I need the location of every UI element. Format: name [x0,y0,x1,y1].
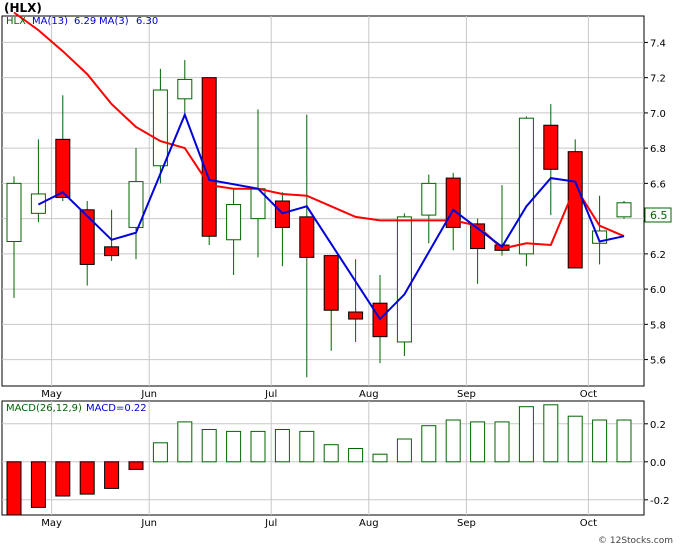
price-y-tick-label: 7.0 [650,109,666,120]
macd-bar-positive [177,421,193,463]
legend-ma13-value: 6.29 [74,16,96,27]
candle-down [55,138,71,198]
price-x-tick-label: Jul [264,389,277,400]
candle-down [543,124,559,170]
macd-bar-positive [543,404,559,463]
candle-down [299,216,315,258]
stock-chart: (HLX) May Jun Jul Aug Sep Oct 7.4 7.2 7.0 6.8 6.6… [1,1,673,546]
macd-bar-positive [518,406,534,463]
macd-bar-positive [616,419,632,463]
price-y-tick-label: 6.2 [650,250,666,261]
price-x-tick-label: Sep [457,389,476,400]
candle-down [104,246,120,257]
macd-bar-negative [79,461,95,495]
legend-ma3-value: 6.30 [136,16,158,27]
candle-down [348,311,364,320]
legend-ma3-label: MA(3) [99,16,129,27]
macd-legend-value: MACD=0.22 [86,403,147,414]
price-y-tick-label: 5.8 [650,320,666,331]
macd-bar-positive [274,429,290,463]
price-y-axis: 7.47.27.06.86.66.46.26.05.85.6 [644,38,666,367]
macd-bar-positive [250,430,266,463]
macd-x-tick-label: Jul [264,518,277,529]
macd-bar-positive [592,419,608,463]
macd-x-tick-label: Sep [457,518,476,529]
macd-bar-positive [348,448,364,463]
price-y-tick-label: 6.8 [650,144,666,155]
macd-y-tick-label: -0.2 [650,496,670,507]
candle-up [6,182,22,243]
candle-up [616,202,632,218]
macd-bar-positive [445,419,461,463]
macd-bar-positive [299,430,315,463]
macd-bar-positive [421,425,437,463]
candle-up [226,204,242,241]
macd-x-tick-label: Aug [359,518,379,529]
macd-bar-positive [567,415,583,463]
macd-bar-negative [30,461,46,508]
price-y-tick-label: 7.2 [650,74,666,85]
macd-bar-positive [396,438,412,463]
macd-bar-positive [201,429,217,463]
macd-bar-negative [6,461,22,516]
candle-up [177,78,193,100]
price-panel [1,15,645,387]
macd-bar-negative [104,461,120,489]
price-y-tick-label: 6.0 [650,285,666,296]
price-y-tick-label: 6.6 [650,179,666,190]
macd-legend-label: MACD(26,12,9) [6,403,82,414]
price-x-tick-label: Oct [580,389,597,400]
macd-bar-positive [372,453,388,463]
price-y-tick-label: 5.6 [650,356,666,367]
macd-y-tick-label: 0.2 [650,420,666,431]
candle-up [396,216,412,343]
price-x-tick-label: Jun [140,389,157,400]
macd-bar-positive [494,421,510,463]
candle-down [323,255,339,311]
macd-x-tick-label: Jun [140,518,157,529]
candle-up [152,89,168,167]
legend-ma13-label: MA(13) [32,16,68,27]
macd-x-tick-label: May [41,518,62,529]
candle-up [518,117,534,255]
macd-bar-negative [128,461,144,470]
macd-bar-positive [323,444,339,463]
macd-bar-negative [55,461,71,497]
price-x-tick-label: May [41,389,62,400]
macd-bar-positive [226,430,242,463]
macd-bar-positive [470,421,486,463]
last-price-label: 6.5 [650,209,668,222]
candle-down [201,77,217,237]
candle-down [567,151,583,269]
legend-symbol: HLX [6,16,26,27]
candle-up [421,182,437,216]
watermark: © 12Stocks.com [598,536,673,546]
macd-y-axis: 0.2 0.0 -0.2 [644,420,670,507]
chart-title: (HLX) [4,1,42,15]
price-y-tick-label: 7.4 [650,38,666,49]
macd-y-tick-label: 0.0 [650,458,666,469]
price-x-tick-label: Aug [359,389,379,400]
macd-bar-positive [152,442,168,463]
candle-down [79,209,95,265]
macd-x-tick-label: Oct [580,518,597,529]
